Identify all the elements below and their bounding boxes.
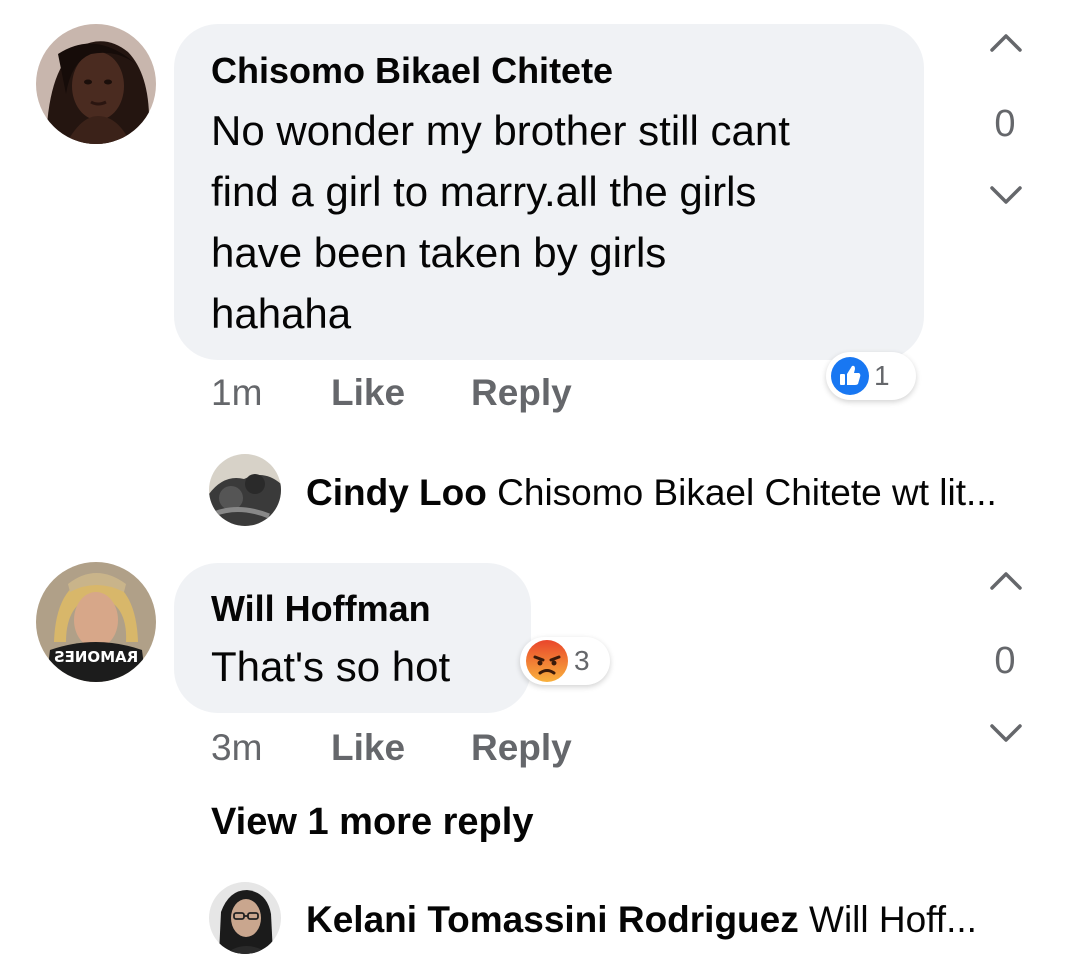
avatar-photo (209, 454, 281, 526)
reply-button[interactable]: Reply (471, 727, 572, 769)
avatar-photo: RAMONES (36, 562, 156, 682)
reply-preview[interactable]: Cindy Loo Chisomo Bikael Chitete wt lit.… (306, 472, 997, 514)
comment-text-line: hahaha (211, 290, 352, 337)
reply-avatar[interactable] (209, 454, 281, 526)
angry-face-icon (526, 640, 568, 682)
comment-author[interactable]: Will Hoffman (211, 588, 431, 630)
vote-count: 0 (994, 103, 1016, 145)
comment-text-line: No wonder my brother still cant (211, 107, 790, 154)
upvote-chevron-icon[interactable] (988, 568, 1024, 592)
commenter-avatar[interactable] (36, 24, 156, 144)
reply-preview[interactable]: Kelani Tomassini Rodriguez Will Hoff... (306, 899, 977, 941)
downvote-chevron-icon[interactable] (988, 184, 1024, 208)
reply-snippet: Will Hoff... (809, 899, 977, 940)
reply-avatar[interactable] (209, 882, 281, 954)
reply-button[interactable]: Reply (471, 372, 572, 414)
reply-author[interactable]: Cindy Loo (306, 472, 487, 513)
upvote-chevron-icon[interactable] (988, 30, 1024, 54)
comments-thread: Chisomo Bikael Chitete No wonder my brot… (0, 0, 1080, 958)
comment-timestamp: 1m (211, 372, 263, 413)
comment-timestamp: 3m (211, 727, 263, 768)
comment-author[interactable]: Chisomo Bikael Chitete (211, 50, 613, 92)
like-button[interactable]: Like (331, 727, 405, 769)
reaction-count: 3 (574, 645, 590, 676)
reaction-count: 1 (874, 360, 890, 391)
reply-author[interactable]: Kelani Tomassini Rodriguez (306, 899, 799, 940)
avatar-photo (36, 24, 156, 144)
view-more-replies-link[interactable]: View 1 more reply (211, 801, 533, 844)
thumbs-up-icon (831, 357, 869, 395)
vote-count: 0 (994, 640, 1016, 682)
reaction-summary[interactable]: 3 (520, 637, 610, 685)
downvote-chevron-icon[interactable] (988, 722, 1024, 746)
reply-snippet: Chisomo Bikael Chitete wt lit... (497, 472, 997, 513)
comment-text-line: That's so hot (211, 643, 451, 690)
comment-text-line: find a girl to marry.all the girls (211, 168, 757, 215)
comment-text-line: have been taken by girls (211, 229, 667, 276)
shirt-print: RAMONES (54, 648, 138, 666)
like-button[interactable]: Like (331, 372, 405, 414)
avatar-photo (209, 882, 281, 954)
commenter-avatar[interactable]: RAMONES (36, 562, 156, 682)
reaction-summary[interactable]: 1 (826, 352, 916, 400)
